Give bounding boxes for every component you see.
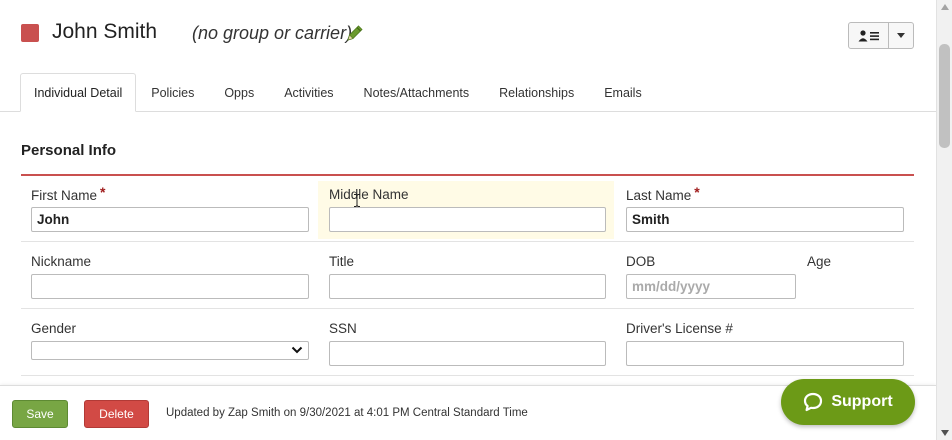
- scrollbar-thumb[interactable]: [939, 44, 950, 148]
- row-divider: [21, 375, 914, 376]
- section-title: Personal Info: [21, 142, 117, 159]
- scroll-up-arrow-icon[interactable]: [941, 4, 949, 10]
- middle-name-input[interactable]: [329, 207, 606, 232]
- delete-button[interactable]: Delete: [84, 400, 149, 428]
- caret-down-icon: [897, 33, 905, 38]
- row-divider: [21, 241, 914, 242]
- middle-name-label: Middle Name: [329, 187, 409, 202]
- tab-notes-attachments[interactable]: Notes/Attachments: [349, 73, 485, 112]
- required-marker: *: [100, 184, 106, 200]
- last-name-label-text: Last Name: [626, 188, 692, 203]
- first-name-label: First Name *: [31, 184, 106, 203]
- drivers-license-input[interactable]: [626, 341, 904, 366]
- first-name-input[interactable]: John: [31, 207, 309, 232]
- contact-card-button[interactable]: [849, 23, 889, 48]
- title-input[interactable]: [329, 274, 606, 299]
- nickname-input[interactable]: [31, 274, 309, 299]
- vertical-scrollbar[interactable]: [936, 0, 952, 440]
- dob-input[interactable]: mm/dd/yyyy: [626, 274, 796, 299]
- caret-down-button[interactable]: [889, 23, 913, 48]
- text-cursor-icon: [354, 194, 360, 207]
- last-updated-text: Updated by Zap Smith on 9/30/2021 at 4:0…: [166, 407, 528, 419]
- ssn-label: SSN: [329, 321, 357, 336]
- support-label: Support: [831, 393, 893, 410]
- gender-select[interactable]: [31, 341, 309, 360]
- last-name-label: Last Name *: [626, 184, 700, 203]
- chevron-down-icon: [291, 346, 303, 354]
- save-button[interactable]: Save: [12, 400, 68, 428]
- chat-bubble-icon: [804, 392, 823, 412]
- first-name-label-text: First Name: [31, 188, 98, 203]
- tab-activities[interactable]: Activities: [269, 73, 348, 112]
- record-tabs: Individual Detail Policies Opps Activiti…: [20, 73, 657, 112]
- contact-card-icon: [858, 29, 879, 41]
- tab-opps[interactable]: Opps: [209, 73, 269, 112]
- tab-emails[interactable]: Emails: [589, 73, 657, 112]
- dob-label: DOB: [626, 254, 656, 269]
- required-marker: *: [694, 184, 700, 200]
- scroll-down-arrow-icon[interactable]: [941, 430, 949, 436]
- nickname-label: Nickname: [31, 254, 92, 269]
- last-name-input[interactable]: Smith: [626, 207, 904, 232]
- gender-label: Gender: [31, 321, 77, 336]
- group-carrier-text: (no group or carrier): [192, 23, 353, 43]
- support-button[interactable]: Support: [781, 379, 915, 425]
- section-divider: [21, 174, 914, 176]
- drivers-license-label: Driver's License #: [626, 321, 733, 336]
- tab-policies[interactable]: Policies: [136, 73, 209, 112]
- status-indicator: [21, 24, 39, 42]
- title-label: Title: [329, 254, 355, 269]
- contact-actions-dropdown[interactable]: [848, 22, 914, 49]
- age-label: Age: [807, 254, 832, 269]
- ssn-input[interactable]: [329, 341, 606, 366]
- pencil-icon[interactable]: [345, 23, 365, 43]
- row-divider: [21, 308, 914, 309]
- tab-individual-detail[interactable]: Individual Detail: [20, 73, 137, 112]
- tab-relationships[interactable]: Relationships: [484, 73, 589, 112]
- record-name: John Smith: [52, 20, 158, 43]
